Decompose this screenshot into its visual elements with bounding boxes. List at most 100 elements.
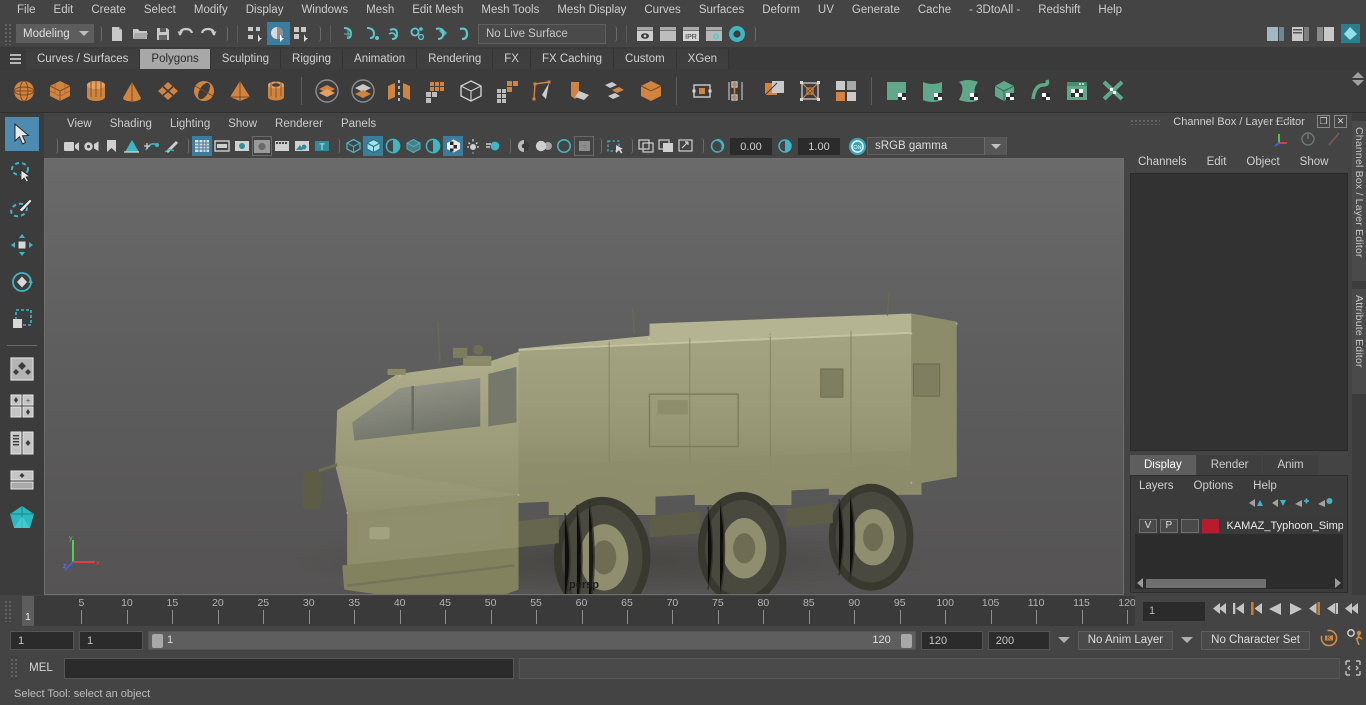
- menu-item-generate[interactable]: Generate: [843, 0, 909, 20]
- multisample-aa-icon[interactable]: [514, 136, 534, 156]
- shelf-tab-animation[interactable]: Animation: [343, 49, 418, 69]
- mirror-icon[interactable]: [381, 73, 417, 109]
- character-set-field[interactable]: No Character Set: [1201, 630, 1310, 650]
- layer-playback-toggle[interactable]: P: [1159, 518, 1178, 533]
- menu-item-create[interactable]: Create: [82, 0, 135, 20]
- new-scene-icon[interactable]: [105, 22, 128, 45]
- shelf-scroll-buttons[interactable]: [1352, 72, 1364, 86]
- 2d-pan-zoom-icon[interactable]: [141, 136, 161, 156]
- create-polygon-tool-icon[interactable]: [525, 73, 561, 109]
- shelf-tab-fx[interactable]: FX: [493, 49, 531, 69]
- menu-item-edit[interactable]: Edit: [45, 0, 83, 20]
- show-hide-modeling-toolkit-icon[interactable]: [1264, 22, 1287, 45]
- multi-cut-icon[interactable]: [597, 73, 633, 109]
- menu-item-help[interactable]: Help: [1089, 0, 1131, 20]
- mel-input-field[interactable]: [64, 657, 514, 679]
- layer-list-scrollbar[interactable]: [1135, 577, 1343, 589]
- uv-unfold-icon[interactable]: [1023, 73, 1059, 109]
- chevron-down-icon[interactable]: [1181, 637, 1194, 643]
- menu-item-select[interactable]: Select: [135, 0, 185, 20]
- range-slider[interactable]: 1 120: [148, 630, 916, 650]
- shelf-tab-rendering[interactable]: Rendering: [417, 49, 494, 69]
- gamma-icon[interactable]: [775, 136, 795, 156]
- grid-toggle-icon[interactable]: [192, 136, 212, 156]
- layer-editor-tab-anim[interactable]: Anim: [1263, 455, 1318, 475]
- menu-item-mesh[interactable]: Mesh: [357, 0, 403, 20]
- undo-icon[interactable]: [174, 22, 197, 45]
- ipr-render-icon[interactable]: IPR: [679, 22, 702, 45]
- merge-vertex-icon[interactable]: [828, 73, 864, 109]
- auto-keyframe-icon[interactable]: K: [1319, 628, 1339, 653]
- menu-item-mesh-tools[interactable]: Mesh Tools: [472, 0, 548, 20]
- range-start-field[interactable]: 1: [79, 630, 143, 650]
- uv-planar-icon[interactable]: [915, 73, 951, 109]
- channel-box-menu-channels[interactable]: Channels: [1138, 156, 1207, 168]
- bridge-icon[interactable]: [633, 73, 669, 109]
- uv-cut-icon[interactable]: [1095, 73, 1131, 109]
- slash-icon[interactable]: [1326, 131, 1342, 152]
- select-by-hierarchy-icon[interactable]: [244, 22, 267, 45]
- shelf-tab-sculpting[interactable]: Sculpting: [210, 49, 282, 69]
- menu-item-windows[interactable]: Windows: [292, 0, 357, 20]
- viewport-menu-panels[interactable]: Panels: [332, 118, 385, 130]
- show-hide-channel-box-icon[interactable]: [1339, 22, 1362, 45]
- panel-snapshot-icon[interactable]: [676, 136, 696, 156]
- combine-icon[interactable]: [309, 73, 345, 109]
- paint-select-tool[interactable]: [5, 191, 39, 225]
- layer-name[interactable]: KAMAZ_Typhoon_Simp: [1222, 520, 1343, 532]
- panel-copy-icon[interactable]: [636, 136, 656, 156]
- range-slider-right-handle[interactable]: [900, 633, 912, 648]
- connect-icon[interactable]: [720, 73, 756, 109]
- anim-end-field[interactable]: 200: [987, 630, 1050, 650]
- layer-editor-tab-display[interactable]: Display: [1130, 455, 1196, 475]
- panel-tearoff-icon[interactable]: [656, 136, 676, 156]
- hypershade-icon[interactable]: [725, 22, 748, 45]
- side-tab-channel-box[interactable]: Channel Box / Layer Editor: [1352, 121, 1366, 281]
- undock-icon[interactable]: ❐: [1317, 115, 1330, 128]
- uv-layout-icon[interactable]: [1059, 73, 1095, 109]
- new-layer-icon[interactable]: [1295, 496, 1310, 514]
- bevel-icon[interactable]: [561, 73, 597, 109]
- shadows-icon[interactable]: [443, 136, 463, 156]
- animation-preferences-icon[interactable]: [1346, 628, 1366, 653]
- layer-editor-menu-layers[interactable]: Layers: [1139, 480, 1194, 492]
- polygon-sphere-icon[interactable]: [6, 73, 42, 109]
- uv-editor-icon[interactable]: [879, 73, 915, 109]
- polygon-cylinder-icon[interactable]: [78, 73, 114, 109]
- wireframe-shading-icon[interactable]: [343, 136, 363, 156]
- menu-item-modify[interactable]: Modify: [185, 0, 237, 20]
- go-to-start-icon[interactable]: [1211, 601, 1228, 621]
- uv-automatic-icon[interactable]: [987, 73, 1023, 109]
- separate-icon[interactable]: [345, 73, 381, 109]
- snap-to-curve-icon[interactable]: [360, 22, 383, 45]
- exposure-icon[interactable]: [707, 136, 727, 156]
- film-gate-icon[interactable]: [212, 136, 232, 156]
- anim-layer-field[interactable]: No Anim Layer: [1077, 630, 1174, 650]
- mel-output-field[interactable]: [519, 657, 1340, 679]
- layer-state-toggle[interactable]: [1180, 518, 1199, 533]
- viewport-menu-show[interactable]: Show: [219, 118, 266, 130]
- select-camera-icon[interactable]: [61, 136, 81, 156]
- depth-of-field-icon[interactable]: [534, 136, 554, 156]
- menu-item-edit-mesh[interactable]: Edit Mesh: [403, 0, 472, 20]
- snap-to-grid-icon[interactable]: [337, 22, 360, 45]
- menu-item-uv[interactable]: UV: [809, 0, 843, 20]
- shelf-scroll-down-icon[interactable]: [1352, 80, 1364, 86]
- xray-icon[interactable]: [292, 136, 312, 156]
- render-sequence-icon[interactable]: [656, 22, 679, 45]
- select-by-component-icon[interactable]: [290, 22, 313, 45]
- select-tool[interactable]: [5, 117, 39, 151]
- select-by-object-icon[interactable]: [267, 22, 290, 45]
- menu-item-display[interactable]: Display: [237, 0, 293, 20]
- time-slider[interactable]: 1 5 10 15 20 25 30 35 40 45 50 55 60 65 70 75 80 85 90 95 1…: [22, 596, 1135, 626]
- exposure-field[interactable]: 0.00: [730, 137, 772, 155]
- smooth-shade-all-icon[interactable]: [363, 136, 383, 156]
- anim-start-field[interactable]: 1: [10, 630, 74, 650]
- shelf-tab-custom[interactable]: Custom: [614, 49, 677, 69]
- live-surface-field[interactable]: No Live Surface: [478, 23, 606, 44]
- layer-editor-menu-options[interactable]: Options: [1194, 480, 1254, 492]
- texture-border-icon[interactable]: T: [312, 136, 332, 156]
- scroll-right-icon[interactable]: [1335, 578, 1341, 588]
- dim-icon[interactable]: [1300, 131, 1316, 152]
- polygon-cube-icon[interactable]: [42, 73, 78, 109]
